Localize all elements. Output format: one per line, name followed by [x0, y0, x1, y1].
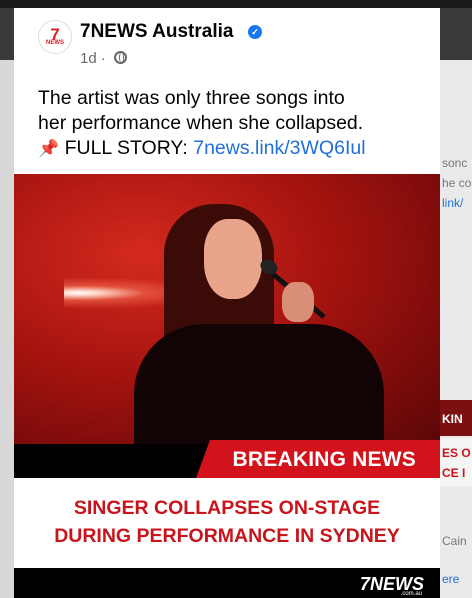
avatar-news-text: NEWS — [46, 40, 64, 46]
background-top-bar — [0, 0, 472, 8]
verified-badge-icon: ✓ — [248, 25, 262, 39]
singer-face — [204, 219, 262, 299]
post-caption: The artist was only three songs into her… — [38, 86, 434, 161]
full-story-label: FULL STORY: — [64, 137, 188, 159]
bg-fragment: CE I — [442, 466, 466, 480]
pushpin-icon: 📌 — [38, 139, 60, 158]
post-header: 7 NEWS 7NEWS Australia ✓ 1d · — [14, 8, 440, 78]
image-footer-bar: 7NEWS .com.au — [14, 568, 440, 598]
facebook-post: 7 NEWS 7NEWS Australia ✓ 1d · The artist… — [14, 8, 440, 598]
globe-icon — [114, 51, 128, 64]
bg-fragment: ere — [442, 572, 460, 586]
7news-logo: 7NEWS .com.au — [359, 574, 424, 597]
headline-line: SINGER COLLAPSES ON-STAGE — [73, 497, 381, 519]
caption-line: her performance when she collapsed. — [38, 112, 364, 134]
caption-full-story-line: 📌 FULL STORY: 7news.link/3WQ6Iul — [38, 136, 434, 161]
singer-body — [134, 324, 384, 444]
page-avatar[interactable]: 7 NEWS — [38, 20, 72, 54]
bg-fragment: he co — [442, 176, 472, 190]
post-image[interactable]: BREAKING NEWS SINGER COLLAPSES ON-STAGE … — [14, 174, 440, 598]
story-link[interactable]: 7news.link/3WQ6Iul — [193, 137, 365, 159]
bg-fragment: Cain — [442, 534, 467, 548]
bg-fragment: KIN — [442, 412, 463, 426]
background-right-strip: sonc he co link/ KIN ES O CE I Cain ere — [438, 60, 472, 598]
bg-fragment: sonc — [442, 156, 468, 170]
headline-line: DURING PERFORMANCE IN SYDNEY — [54, 525, 400, 547]
headline-box: SINGER COLLAPSES ON-STAGE DURING PERFORM… — [14, 478, 440, 568]
post-timestamp[interactable]: 1d — [80, 50, 97, 67]
breaking-news-banner: BREAKING NEWS — [196, 440, 440, 478]
singer-photo — [14, 174, 440, 444]
image-headline: SINGER COLLAPSES ON-STAGE DURING PERFORM… — [14, 494, 440, 550]
post-meta: 1d · — [80, 50, 128, 67]
page-name-link[interactable]: 7NEWS Australia — [80, 21, 233, 43]
background-left-strip — [0, 60, 14, 598]
breaking-news-label: BREAKING NEWS — [232, 448, 416, 471]
singer-hand — [282, 282, 314, 322]
bg-fragment: ES O — [442, 446, 471, 460]
caption-line: The artist was only three songs into — [38, 87, 345, 109]
bg-fragment: link/ — [442, 196, 464, 210]
